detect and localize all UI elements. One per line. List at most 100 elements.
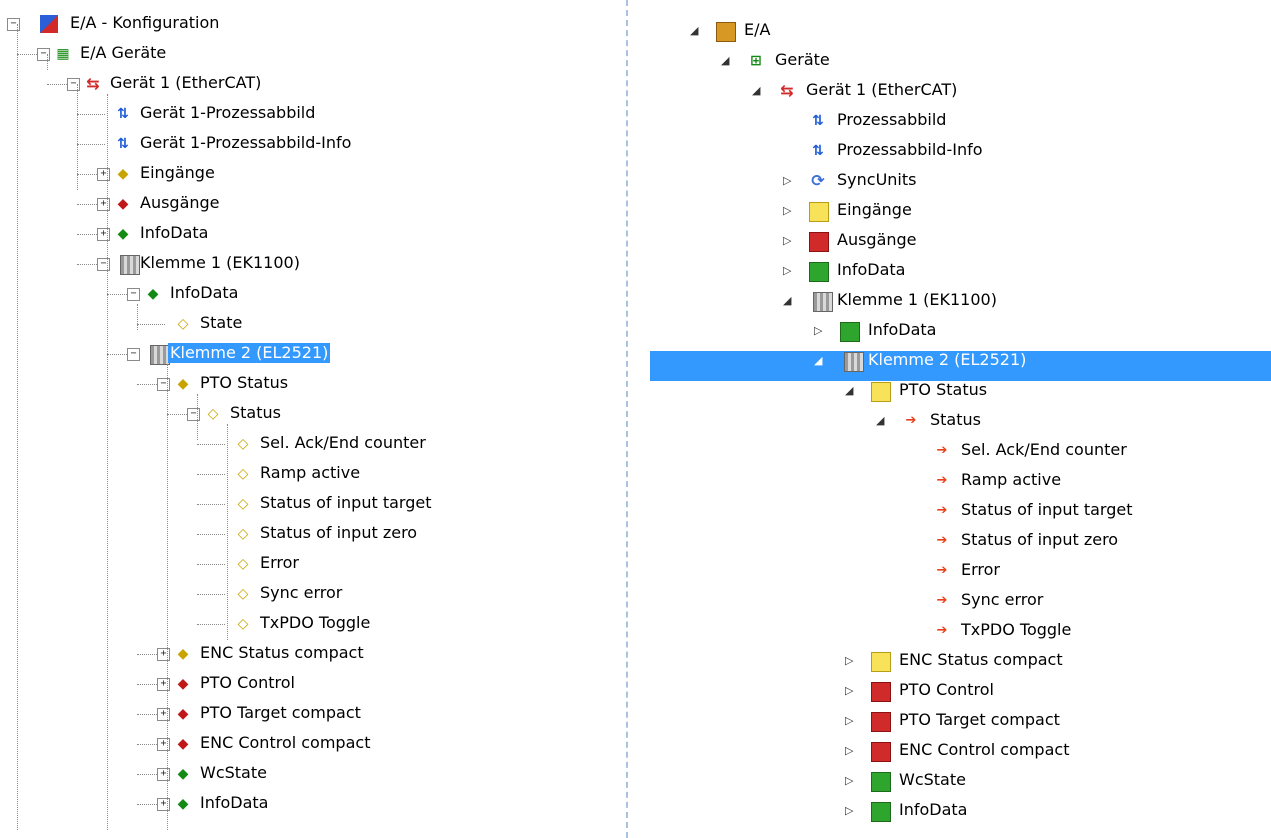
expand-toggle[interactable]: + — [97, 168, 110, 181]
tree-row[interactable]: ◢ ➔ Status — [632, 406, 1262, 436]
tree-row[interactable]: ◇ Sel. Ack/End counter — [0, 429, 620, 459]
tree-row[interactable]: ◢ Klemme 1 (EK1100) — [632, 286, 1262, 316]
collapse-toggle[interactable]: − — [97, 258, 110, 271]
tree-row[interactable]: + ◆ PTO Control — [0, 669, 620, 699]
left-tree-view[interactable]: − E/A - Konfiguration − ▦ E/A Geräte − ⇆ Gerät … — [0, 0, 630, 838]
tree-row[interactable]: ◢ Klemme 2 (EL2521) — [632, 346, 1262, 376]
tree-guide-line — [167, 364, 168, 830]
tree-row[interactable]: ◇ Ramp active — [0, 459, 620, 489]
collapse-toggle[interactable]: − — [127, 288, 140, 301]
tree-row[interactable]: ▷ InfoData — [632, 316, 1262, 346]
expand-toggle[interactable]: + — [157, 708, 170, 721]
collapse-arrow-icon[interactable]: ◢ — [721, 55, 732, 66]
tree-row[interactable]: ◇ State — [0, 309, 620, 339]
tree-row[interactable]: ⇅ Gerät 1-Prozessabbild — [0, 99, 620, 129]
tree-row[interactable]: ▷ PTO Target compact — [632, 706, 1262, 736]
tree-connector — [197, 444, 225, 445]
tree-row[interactable]: ⇅ Prozessabbild-Info — [632, 136, 1262, 166]
tree-row[interactable]: ▷ InfoData — [632, 256, 1262, 286]
infodata-icon: ◆ — [147, 286, 159, 302]
expand-arrow-icon[interactable]: ▷ — [845, 685, 856, 696]
tree-row[interactable]: + ◆ Ausgänge — [0, 189, 620, 219]
expand-arrow-icon[interactable]: ▷ — [845, 715, 856, 726]
tree-row[interactable]: ➔ Sel. Ack/End counter — [632, 436, 1262, 466]
expand-arrow-icon[interactable]: ▷ — [783, 235, 794, 246]
expand-toggle[interactable]: + — [97, 228, 110, 241]
tree-item-label: Status of input target — [260, 493, 432, 512]
collapse-toggle[interactable]: − — [7, 18, 20, 31]
tree-row[interactable]: ◇ Error — [0, 549, 620, 579]
tree-row[interactable]: + ◆ PTO Target compact — [0, 699, 620, 729]
tree-item-label: Ausgänge — [837, 230, 917, 249]
collapse-toggle[interactable]: − — [37, 48, 50, 61]
tree-row[interactable]: ◇ TxPDO Toggle — [0, 609, 620, 639]
output-icon: ◆ — [117, 196, 129, 212]
tree-row[interactable]: ➔ Sync error — [632, 586, 1262, 616]
tree-row[interactable]: ◇ Status of input target — [0, 489, 620, 519]
tree-row[interactable]: − Klemme 1 (EK1100) — [0, 249, 620, 279]
collapse-arrow-icon[interactable]: ◢ — [876, 415, 887, 426]
collapse-arrow-icon[interactable]: ◢ — [752, 85, 763, 96]
tree-row[interactable]: − ◆ PTO Status — [0, 369, 620, 399]
tree-row[interactable]: ➔ Status of input zero — [632, 526, 1262, 556]
expand-arrow-icon[interactable]: ▷ — [845, 655, 856, 666]
tree-row[interactable]: ◢ ⊞ Geräte — [632, 46, 1262, 76]
expand-arrow-icon[interactable]: ▷ — [814, 325, 825, 336]
expand-toggle[interactable]: + — [157, 738, 170, 751]
tree-row[interactable]: ⇅ Gerät 1-Prozessabbild-Info — [0, 129, 620, 159]
tree-row[interactable]: + ◆ ENC Status compact — [0, 639, 620, 669]
tree-row[interactable]: + ◆ Eingänge — [0, 159, 620, 189]
tree-row[interactable]: + ◆ WcState — [0, 759, 620, 789]
tree-row[interactable]: ▷ PTO Control — [632, 676, 1262, 706]
tree-row[interactable]: ◇ Status of input zero — [0, 519, 620, 549]
collapse-toggle[interactable]: − — [187, 408, 200, 421]
tree-row[interactable]: ▷ ENC Status compact — [632, 646, 1262, 676]
collapse-arrow-icon[interactable]: ◢ — [783, 295, 794, 306]
tree-row[interactable]: − ◆ InfoData — [0, 279, 620, 309]
expand-arrow-icon[interactable]: ▷ — [845, 805, 856, 816]
tree-row[interactable]: ⇅ Prozessabbild — [632, 106, 1262, 136]
tree-row[interactable]: ▷ ⟳ SyncUnits — [632, 166, 1262, 196]
tree-row[interactable]: + ◆ ENC Control compact — [0, 729, 620, 759]
expand-toggle[interactable]: + — [157, 678, 170, 691]
expand-toggle[interactable]: + — [97, 198, 110, 211]
expand-toggle[interactable]: + — [157, 798, 170, 811]
expand-toggle[interactable]: + — [157, 648, 170, 661]
tree-row[interactable]: ◢ PTO Status — [632, 376, 1262, 406]
tree-row[interactable]: ▷ ENC Control compact — [632, 736, 1262, 766]
tree-row[interactable]: ◢ ⇆ Gerät 1 (EtherCAT) — [632, 76, 1262, 106]
expand-arrow-icon[interactable]: ▷ — [845, 745, 856, 756]
tree-row[interactable]: ➔ Error — [632, 556, 1262, 586]
tree-row[interactable]: ▷ WcState — [632, 766, 1262, 796]
tree-row[interactable]: + ◆ InfoData — [0, 789, 620, 819]
expand-arrow-icon[interactable]: ▷ — [845, 775, 856, 786]
tree-row[interactable]: ▷ Eingänge — [632, 196, 1262, 226]
tree-row[interactable]: − Klemme 2 (EL2521) — [0, 339, 620, 369]
tree-row[interactable]: − ▦ E/A Geräte — [0, 39, 620, 69]
tree-row[interactable]: ▷ InfoData — [632, 796, 1262, 826]
process-image-icon: ⇅ — [812, 113, 824, 129]
input-variable-icon: ◇ — [207, 406, 219, 422]
tree-row[interactable]: ◇ Sync error — [0, 579, 620, 609]
collapse-toggle[interactable]: − — [157, 378, 170, 391]
tree-row[interactable]: − ◇ Status — [0, 399, 620, 429]
collapse-toggle[interactable]: − — [127, 348, 140, 361]
expand-arrow-icon[interactable]: ▷ — [783, 265, 794, 276]
collapse-arrow-icon[interactable]: ◢ — [814, 355, 825, 366]
right-tree-view[interactable]: ◢ E/A ◢ ⊞ Geräte ◢ ⇆ Gerät 1 (EtherCAT) ⇅ Prozess… — [632, 0, 1271, 838]
tree-row[interactable]: + ◆ InfoData — [0, 219, 620, 249]
tree-row[interactable]: − ⇆ Gerät 1 (EtherCAT) — [0, 69, 620, 99]
collapse-toggle[interactable]: − — [67, 78, 80, 91]
collapse-arrow-icon[interactable]: ◢ — [845, 385, 856, 396]
tree-row[interactable]: ▷ Ausgänge — [632, 226, 1262, 256]
expand-toggle[interactable]: + — [157, 768, 170, 781]
tree-row[interactable]: ◢ E/A — [632, 16, 1262, 46]
expand-arrow-icon[interactable]: ▷ — [783, 205, 794, 216]
collapse-arrow-icon[interactable]: ◢ — [690, 25, 701, 36]
expand-arrow-icon[interactable]: ▷ — [783, 175, 794, 186]
tree-row[interactable]: ➔ Ramp active — [632, 466, 1262, 496]
output-folder-icon — [871, 712, 891, 732]
tree-connector — [197, 624, 225, 625]
tree-row[interactable]: ➔ TxPDO Toggle — [632, 616, 1262, 646]
tree-row[interactable]: ➔ Status of input target — [632, 496, 1262, 526]
